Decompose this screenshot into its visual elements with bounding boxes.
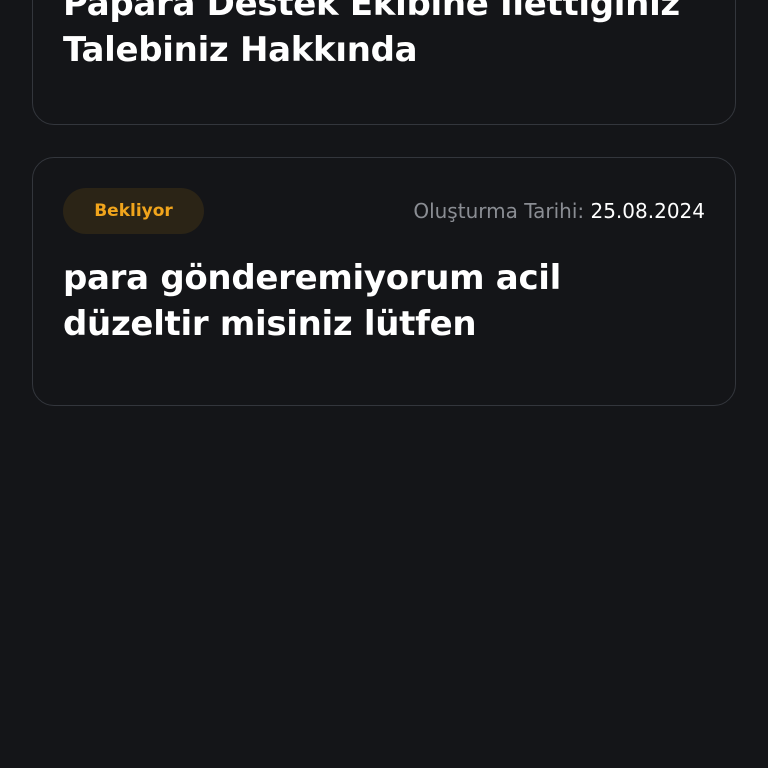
status-badge: Bekliyor	[63, 188, 204, 234]
ticket-title: para gönderemiyorum acil düzeltir misini…	[63, 258, 562, 344]
created-date: Oluşturma Tarihi: 25.08.2024	[413, 198, 705, 224]
ticket-card[interactable]: Bekliyor Oluşturma Tarihi: 25.08.2024 pa…	[32, 157, 736, 406]
ticket-card[interactable]: Papara Destek Ekibine İlettiğiniz Talebi…	[32, 0, 736, 125]
created-date-label: Oluşturma Tarihi:	[413, 199, 585, 223]
ticket-title: Papara Destek Ekibine İlettiğiniz Talebi…	[63, 0, 680, 70]
ticket-list-page: Papara Destek Ekibine İlettiğiniz Talebi…	[0, 0, 768, 768]
created-date-value: 25.08.2024	[590, 199, 705, 223]
